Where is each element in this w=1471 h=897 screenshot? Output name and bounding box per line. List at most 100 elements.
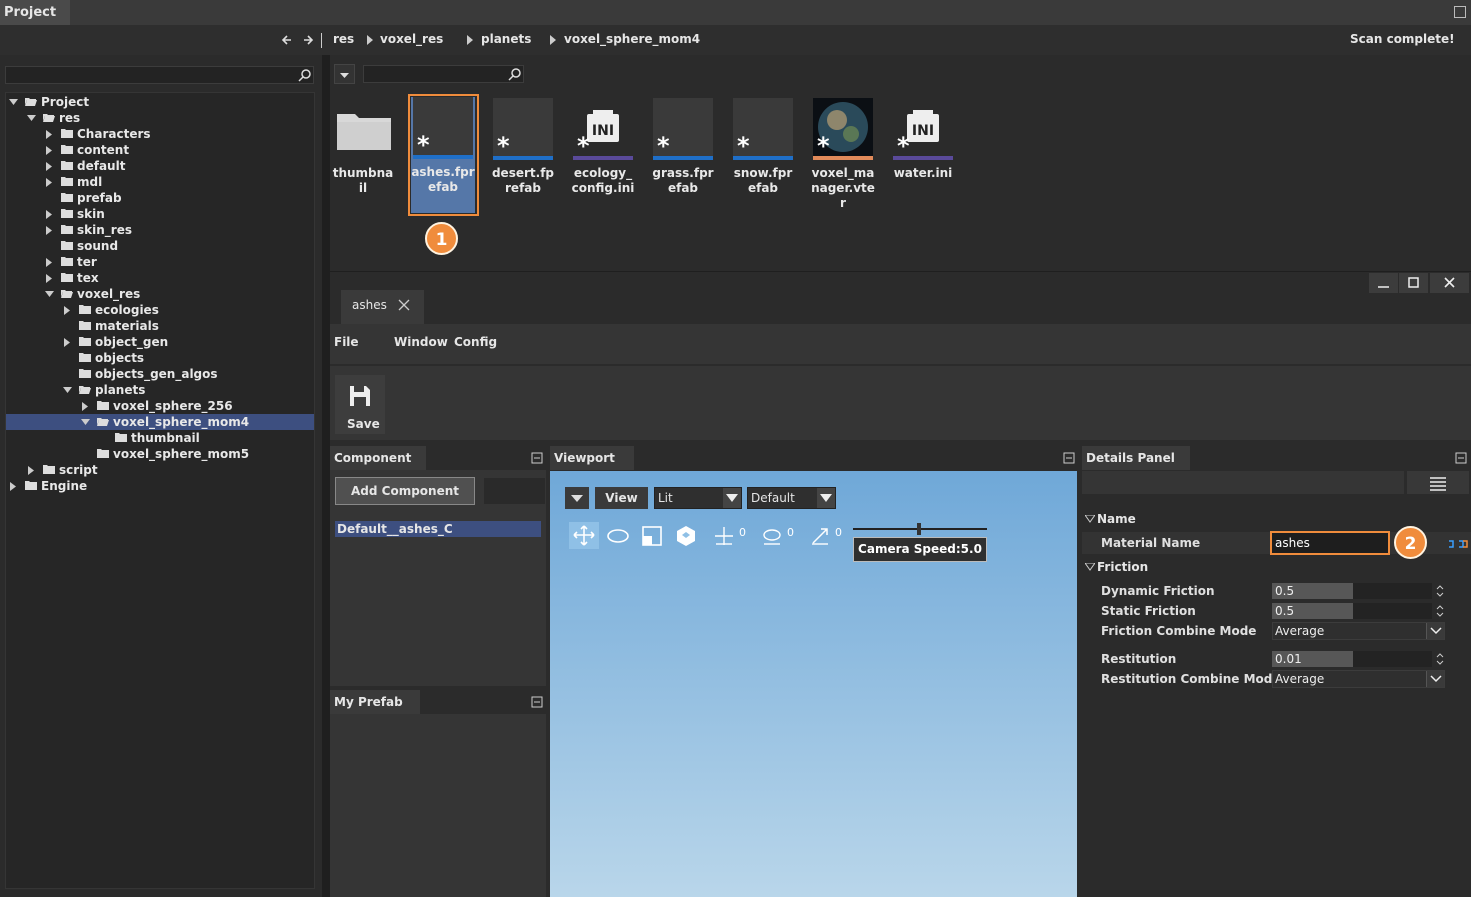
viewport-options-button[interactable]	[565, 487, 589, 509]
tree-item[interactable]: sound	[6, 238, 314, 254]
chevron-right-icon[interactable]	[81, 402, 89, 411]
breadcrumb-item[interactable]: planets	[481, 32, 531, 46]
details-panel-tab[interactable]: Details Panel	[1082, 446, 1190, 470]
viewport-tab[interactable]: Viewport	[550, 446, 634, 470]
vertical-splitter[interactable]	[322, 55, 330, 897]
chevron-right-icon[interactable]	[45, 178, 53, 187]
tree-search-input[interactable]	[5, 66, 314, 84]
tree-item[interactable]: ecologies	[6, 302, 314, 318]
tree-item[interactable]: voxel_sphere_256	[6, 398, 314, 414]
snap-move-icon[interactable]	[713, 525, 735, 547]
asset-item[interactable]: thumbnail	[331, 98, 395, 196]
project-tab[interactable]: Project	[0, 0, 70, 25]
tree-item[interactable]: Project	[6, 94, 314, 110]
friction-combine-select[interactable]: Average	[1272, 622, 1445, 640]
tree-item[interactable]: default	[6, 158, 314, 174]
chevron-down-icon[interactable]	[81, 418, 90, 426]
tree-item[interactable]: content	[6, 142, 314, 158]
tree-item[interactable]: res	[6, 110, 314, 126]
menu-window[interactable]: Window	[394, 335, 448, 349]
close-icon[interactable]	[1430, 273, 1469, 293]
tab-ashes[interactable]: ashes	[341, 290, 424, 324]
tree-item[interactable]: tex	[6, 270, 314, 286]
tree-item[interactable]: script	[6, 462, 314, 478]
pin-icon[interactable]	[531, 696, 543, 708]
list-view-icon[interactable]	[1407, 471, 1469, 494]
tree-item[interactable]: voxel_res	[6, 286, 314, 302]
menu-config[interactable]: Config	[454, 335, 497, 349]
chevron-down-icon[interactable]	[45, 290, 54, 298]
tree-item[interactable]: Engine	[6, 478, 314, 494]
chevron-down-icon[interactable]	[27, 114, 36, 122]
chevron-right-icon[interactable]	[45, 162, 53, 171]
chevron-right-icon[interactable]	[63, 338, 71, 347]
tree-item[interactable]: thumbnail	[6, 430, 314, 446]
section-friction-header[interactable]: Friction	[1082, 558, 1471, 578]
snap-rotate-icon[interactable]	[761, 525, 783, 547]
tree-item[interactable]: skin	[6, 206, 314, 222]
minimize-icon[interactable]	[1369, 273, 1398, 293]
spinner-icon[interactable]	[1436, 583, 1444, 599]
camera-speed-slider-handle[interactable]	[917, 523, 921, 535]
search-icon[interactable]	[298, 68, 312, 82]
asset-item[interactable]: * desert.fprefab	[491, 98, 555, 196]
static-friction-input[interactable]: 0.5	[1272, 603, 1432, 619]
move-tool-icon[interactable]	[569, 522, 599, 549]
tree-item[interactable]: ter	[6, 254, 314, 270]
save-button[interactable]: Save	[335, 375, 385, 434]
tree-item[interactable]: voxel_sphere_mom5	[6, 446, 314, 462]
material-name-field[interactable]: ashes	[1270, 531, 1390, 555]
filter-dropdown-button[interactable]	[334, 64, 355, 84]
tree-item[interactable]: objects	[6, 350, 314, 366]
breadcrumb-item[interactable]: voxel_sphere_mom4	[564, 32, 700, 46]
snap-scale-icon[interactable]	[809, 525, 831, 547]
tree-item[interactable]: object_gen	[6, 334, 314, 350]
component-item[interactable]: Default__ashes_C	[335, 521, 541, 537]
pin-icon[interactable]	[531, 452, 543, 464]
chevron-right-icon[interactable]	[45, 258, 53, 267]
tree-item[interactable]: objects_gen_algos	[6, 366, 314, 382]
pin-icon[interactable]	[1455, 452, 1467, 464]
tree-item[interactable]: materials	[6, 318, 314, 334]
chevron-right-icon[interactable]	[45, 226, 53, 235]
add-component-button[interactable]: Add Component	[335, 477, 475, 505]
world-space-icon[interactable]	[674, 524, 698, 548]
spinner-icon[interactable]	[1436, 603, 1444, 619]
chevron-right-icon[interactable]	[27, 466, 35, 475]
close-icon[interactable]	[398, 299, 410, 311]
search-icon[interactable]	[508, 67, 522, 81]
rotate-tool-icon[interactable]	[605, 524, 631, 548]
restitution-combine-select[interactable]: Average	[1272, 670, 1445, 688]
maximize-icon[interactable]	[1399, 273, 1428, 293]
chevron-right-icon[interactable]	[45, 130, 53, 139]
tree-item[interactable]: planets	[6, 382, 314, 398]
details-search-input[interactable]	[1082, 471, 1404, 494]
asset-item[interactable]: * grass.fprefab	[651, 98, 715, 196]
tree-item[interactable]: Characters	[6, 126, 314, 142]
forward-arrow-icon[interactable]	[302, 33, 314, 47]
tree-item[interactable]: mdl	[6, 174, 314, 190]
tree-item[interactable]: skin_res	[6, 222, 314, 238]
dynamic-friction-input[interactable]: 0.5	[1272, 583, 1432, 599]
chevron-right-icon[interactable]	[45, 210, 53, 219]
breadcrumb-item[interactable]: res	[333, 32, 354, 46]
tree-item[interactable]: prefab	[6, 190, 314, 206]
asset-item[interactable]: INI * water.ini	[891, 98, 955, 181]
lit-mode-select[interactable]: Lit	[654, 487, 742, 509]
pin-icon[interactable]	[1063, 452, 1075, 464]
component-panel-tab[interactable]: Component	[330, 446, 426, 470]
chevron-down-icon[interactable]	[9, 98, 18, 106]
pin-icon[interactable]	[1454, 6, 1466, 18]
breadcrumb-item[interactable]: voxel_res	[380, 32, 443, 46]
scale-tool-icon[interactable]	[640, 524, 664, 548]
chevron-right-icon[interactable]	[9, 482, 17, 491]
reset-icon[interactable]	[1447, 538, 1469, 550]
chevron-right-icon[interactable]	[63, 306, 71, 315]
asset-search-input[interactable]	[363, 65, 524, 83]
tree-item[interactable]: voxel_sphere_mom4	[6, 414, 314, 430]
restitution-input[interactable]: 0.01	[1272, 651, 1432, 667]
asset-item[interactable]: * voxel_manager.vter	[811, 98, 875, 211]
chevron-down-icon[interactable]	[63, 386, 72, 394]
view-button[interactable]: View	[595, 487, 648, 509]
chevron-right-icon[interactable]	[45, 274, 53, 283]
